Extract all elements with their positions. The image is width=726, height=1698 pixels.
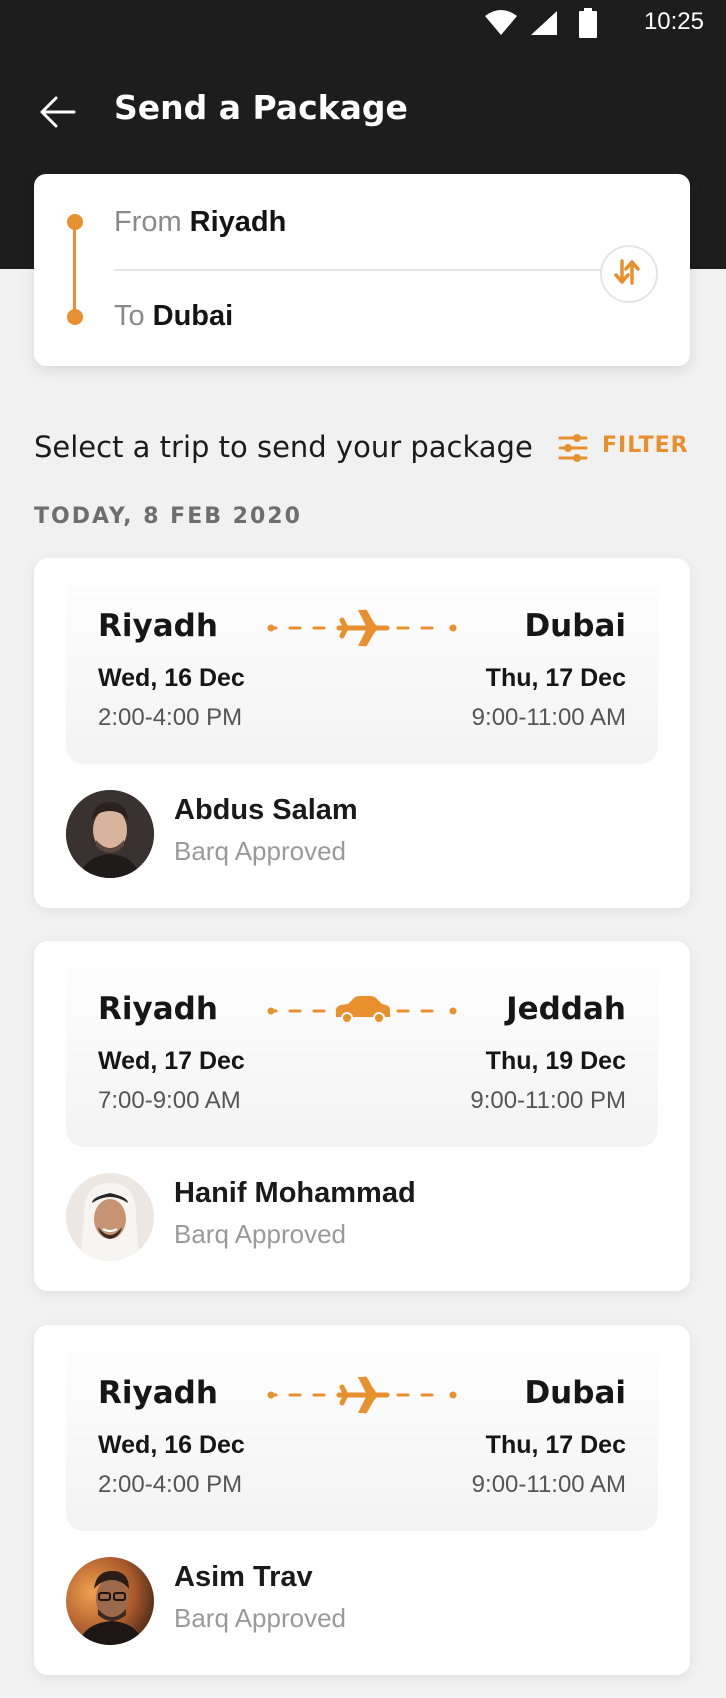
trip-to-time: 9:00-11:00 AM [471, 1471, 626, 1498]
route-divider [114, 269, 634, 271]
avatar [66, 1557, 154, 1645]
swap-button[interactable] [600, 245, 658, 303]
trip-from-time: 2:00-4:00 PM [98, 1471, 243, 1498]
page-title: Send a Package [114, 88, 408, 127]
section-heading: Select a trip to send your package [34, 430, 533, 464]
trip-card[interactable]: Riyadh Jeddah Wed, 17 Dec Thu, 19 Dec 7:… [34, 941, 690, 1291]
trip-from-date: Wed, 16 Dec [98, 1431, 245, 1459]
wifi-icon [485, 10, 517, 35]
trip-to-city: Dubai [524, 1375, 626, 1411]
to-field[interactable]: To Dubai [114, 298, 233, 333]
from-city: Riyadh [189, 206, 287, 238]
sliders-icon [558, 434, 588, 462]
trip-from-date: Wed, 16 Dec [98, 664, 245, 692]
trip-card[interactable]: Riyadh Dubai Wed, 16 Dec Thu, 17 Dec 2:0… [34, 558, 690, 908]
traveler-name: Hanif Mohammad [174, 1177, 416, 1209]
traveler-status: Barq Approved [174, 1219, 347, 1249]
to-prefix: To [114, 300, 145, 332]
trip-to-time: 9:00-11:00 AM [471, 704, 626, 731]
trip-route-panel: Riyadh Dubai Wed, 16 Dec Thu, 17 Dec 2:0… [66, 1325, 658, 1531]
filter-button[interactable]: FILTER [558, 428, 692, 468]
car-icon [267, 996, 457, 1024]
from-field[interactable]: From Riyadh [114, 204, 286, 239]
route-card: From Riyadh To Dubai [34, 174, 690, 366]
origin-dot [67, 214, 83, 230]
trip-to-city: Dubai [524, 608, 626, 644]
trip-from-date: Wed, 17 Dec [98, 1047, 245, 1075]
filter-label: FILTER [602, 433, 689, 458]
trip-from-city: Riyadh [98, 608, 218, 644]
trip-card[interactable]: Riyadh Dubai Wed, 16 Dec Thu, 17 Dec 2:0… [34, 1325, 690, 1675]
trip-route-panel: Riyadh Dubai Wed, 16 Dec Thu, 17 Dec 2:0… [66, 558, 658, 764]
avatar [66, 790, 154, 878]
traveler-name: Asim Trav [174, 1561, 313, 1593]
trip-from-city: Riyadh [98, 991, 218, 1027]
arrow-left-icon[interactable] [38, 92, 78, 132]
plane-icon [267, 1376, 457, 1414]
route-line [73, 229, 76, 313]
trip-from-city: Riyadh [98, 1375, 218, 1411]
trip-route-panel: Riyadh Jeddah Wed, 17 Dec Thu, 19 Dec 7:… [66, 941, 658, 1147]
trip-to-time: 9:00-11:00 PM [470, 1087, 626, 1114]
app-screen: 10:25 Send a Package From Riyadh To Dubai … [0, 0, 726, 1698]
trip-to-date: Thu, 19 Dec [485, 1047, 626, 1075]
traveler-status: Barq Approved [174, 836, 347, 866]
signal-icon [531, 11, 557, 35]
trip-from-time: 2:00-4:00 PM [98, 704, 243, 731]
trip-from-time: 7:00-9:00 AM [98, 1087, 241, 1114]
status-time: 10:25 [643, 8, 704, 35]
battery-icon [579, 8, 597, 38]
traveler-status: Barq Approved [174, 1603, 347, 1633]
status-bar: 10:25 [0, 0, 726, 46]
avatar [66, 1173, 154, 1261]
trip-to-date: Thu, 17 Dec [485, 1431, 626, 1459]
to-city: Dubai [152, 300, 234, 332]
trip-to-city: Jeddah [506, 991, 626, 1027]
traveler-name: Abdus Salam [174, 794, 358, 826]
swap-vertical-icon [614, 259, 640, 285]
date-label: TODAY, 8 FEB 2020 [34, 504, 302, 529]
trip-to-date: Thu, 17 Dec [485, 664, 626, 692]
plane-icon [267, 609, 457, 647]
destination-dot [67, 309, 83, 325]
from-prefix: From [114, 206, 182, 238]
